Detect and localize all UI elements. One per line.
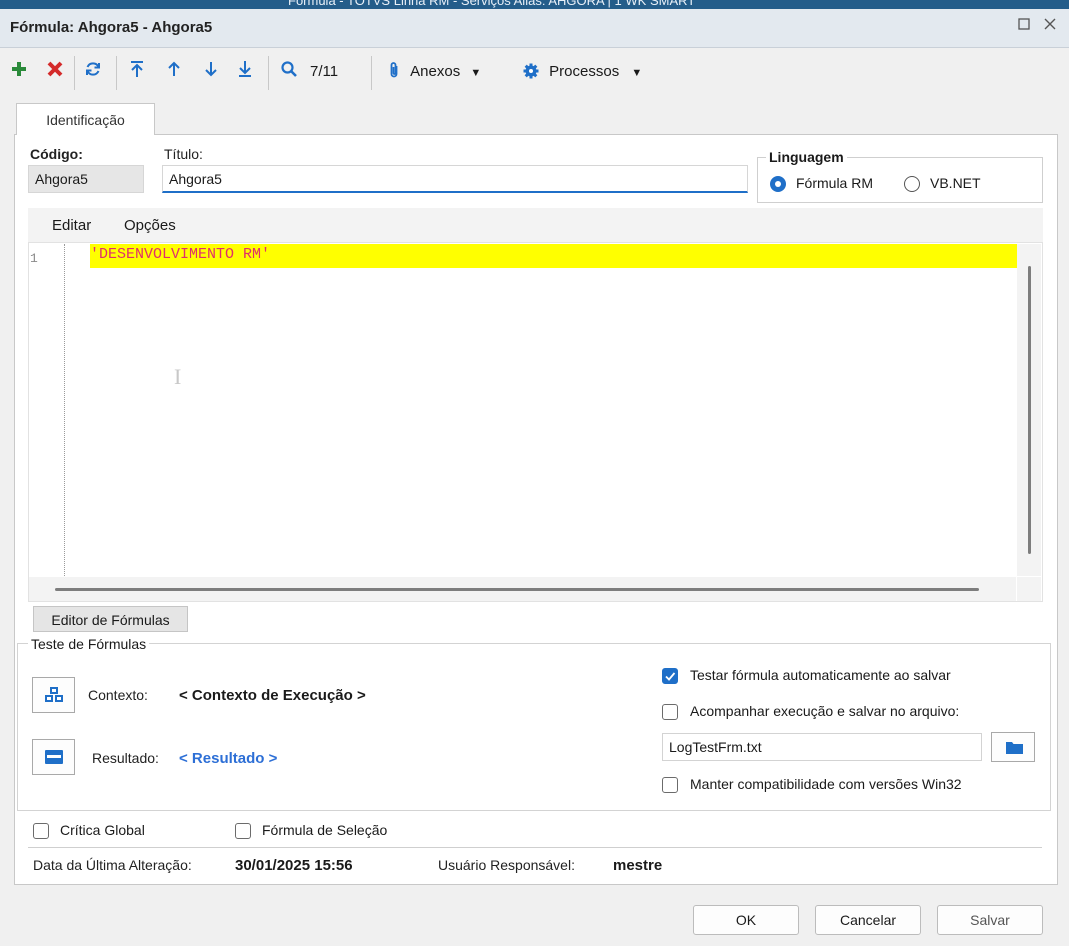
acompanhar-label: Acompanhar execução e salvar no arquivo: (690, 703, 960, 719)
resultado-button[interactable] (32, 739, 75, 775)
checkbox-checked-icon (662, 668, 678, 684)
context-icon (45, 687, 63, 706)
radio-label: VB.NET (930, 175, 981, 191)
app-title: Fórmula - TOTVS Linha RM - Serviços Alia… (288, 0, 696, 8)
line-number: 1 (30, 251, 38, 266)
close-icon[interactable] (1040, 17, 1060, 37)
code-editor[interactable] (28, 242, 1043, 602)
last-record-icon[interactable] (234, 60, 256, 84)
editor-menubar: Editar Opções (28, 208, 1043, 242)
divider (28, 847, 1042, 848)
critica-global-label: Crítica Global (60, 822, 145, 838)
next-record-icon[interactable] (200, 60, 222, 84)
checkbox-unchecked-icon (662, 777, 678, 793)
processos-label: Processos (549, 63, 620, 80)
ok-button[interactable]: OK (693, 905, 799, 935)
processos-menu[interactable]: Processos ▼ (523, 60, 668, 84)
win32-label: Manter compatibilidade com versões Win32 (690, 776, 962, 792)
record-position: 7/11 (310, 63, 339, 80)
anexos-menu[interactable]: Anexos ▼ (388, 60, 508, 84)
tab-editor-de-formulas[interactable]: Editor de Fórmulas (33, 606, 188, 632)
result-icon (45, 750, 63, 767)
gear-icon (523, 63, 539, 87)
maximize-icon[interactable] (1014, 17, 1034, 37)
previous-record-icon[interactable] (163, 60, 185, 84)
paperclip-icon (388, 61, 400, 87)
usuario-label: Usuário Responsável: (438, 857, 575, 873)
data-alteracao-label: Data da Última Alteração: (33, 857, 192, 873)
auto-test-label: Testar fórmula automaticamente ao salvar (690, 667, 951, 683)
dialog-title-bar: Fórmula: Ahgora5 - Ahgora5 (0, 9, 1069, 48)
search-icon[interactable] (278, 60, 300, 84)
codigo-field: Ahgora5 (28, 165, 144, 193)
radio-selected-icon (770, 176, 786, 192)
titulo-input[interactable]: Ahgora5 (162, 165, 748, 193)
chevron-down-icon: ▼ (470, 67, 482, 79)
refresh-icon[interactable] (82, 60, 104, 84)
anexos-label: Anexos (410, 63, 461, 80)
data-alteracao-value: 30/01/2025 15:56 (235, 857, 353, 874)
contexto-value[interactable]: < Contexto de Execução > (179, 687, 366, 704)
resultado-value[interactable]: < Resultado > (179, 750, 277, 767)
chevron-down-icon: ▼ (631, 67, 643, 79)
code-line[interactable]: 'DESENVOLVIMENTO RM' (90, 246, 270, 263)
add-icon[interactable] (8, 60, 30, 84)
titulo-label: Título: (164, 146, 203, 162)
checkbox-unchecked-icon (235, 823, 251, 839)
editor-vertical-scrollbar[interactable] (1017, 244, 1041, 576)
toolbar: 7/11 Anexos ▼ Processos ▼ (0, 48, 1069, 98)
cancel-button[interactable]: Cancelar (815, 905, 921, 935)
radio-label: Fórmula RM (796, 175, 874, 191)
radio-unselected-icon (904, 176, 920, 192)
formula-selecao-label: Fórmula de Seleção (262, 822, 388, 838)
linguagem-label: Linguagem (766, 149, 847, 165)
first-record-icon[interactable] (126, 60, 148, 84)
menu-editar[interactable]: Editar (52, 217, 91, 234)
arquivo-input[interactable]: LogTestFrm.txt (662, 733, 982, 761)
folder-icon (1006, 741, 1023, 757)
usuario-value: mestre (613, 857, 663, 874)
checkbox-unchecked-icon (33, 823, 49, 839)
editor-horizontal-scrollbar[interactable] (29, 577, 1016, 601)
tab-identificacao[interactable]: Identificação (16, 103, 155, 135)
menu-opcoes[interactable]: Opções (124, 217, 176, 234)
resultado-label: Resultado: (92, 750, 159, 766)
dialog-title: Fórmula: Ahgora5 - Ahgora5 (10, 19, 213, 36)
browse-file-button[interactable] (991, 732, 1035, 762)
editor-gutter-line (64, 244, 65, 578)
scrollbar-corner (1017, 577, 1041, 601)
checkbox-unchecked-icon (662, 704, 678, 720)
delete-icon[interactable] (44, 60, 66, 84)
contexto-button[interactable] (32, 677, 75, 713)
teste-formulas-label: Teste de Fórmulas (28, 636, 150, 652)
save-button[interactable]: Salvar (937, 905, 1043, 935)
app-title-strip: Fórmula - TOTVS Linha RM - Serviços Alia… (0, 0, 1069, 9)
code-line-highlight: 'DESENVOLVIMENTO RM' (90, 244, 1017, 268)
codigo-label: Código: (30, 146, 83, 162)
text-cursor-icon: I (174, 364, 182, 389)
contexto-label: Contexto: (88, 687, 148, 703)
